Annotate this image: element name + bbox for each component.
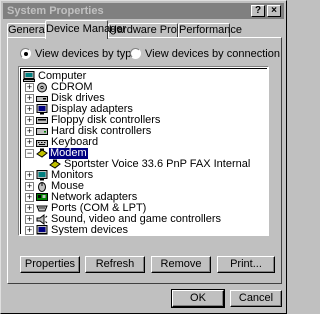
mouse-icon: [38, 182, 46, 192]
title-bar[interactable]: System Properties ? ×: [3, 3, 284, 19]
expand-toggle[interactable]: +: [25, 127, 34, 136]
expand-toggle[interactable]: +: [25, 193, 34, 202]
tab-performance[interactable]: Performance: [178, 23, 242, 38]
view-by-type-label: View devices by type: [35, 48, 138, 60]
tree-node-system-devices[interactable]: + System devices: [23, 224, 253, 236]
port-icon: [36, 205, 48, 212]
expand-toggle[interactable]: +: [25, 226, 34, 235]
expand-toggle[interactable]: +: [25, 94, 34, 103]
system-device-icon: [36, 225, 48, 235]
radio-dot: [24, 52, 28, 56]
expand-toggle[interactable]: +: [25, 171, 34, 180]
view-by-type-radio[interactable]: [20, 48, 31, 59]
disk-drive-icon: [36, 96, 48, 102]
expand-toggle[interactable]: +: [25, 182, 34, 191]
close-button[interactable]: ×: [267, 5, 281, 17]
window-title: System Properties: [7, 5, 104, 17]
monitor-icon: [36, 170, 48, 181]
expand-toggle[interactable]: +: [25, 83, 34, 92]
tab-general[interactable]: General: [7, 23, 47, 38]
keyboard-icon: [36, 140, 48, 147]
tab-strip: General Device Manager Hardware Profiles…: [7, 20, 283, 39]
help-button[interactable]: ?: [251, 5, 265, 17]
display-adapter-icon: [36, 104, 48, 115]
network-adapter-icon: [36, 193, 48, 201]
expand-toggle[interactable]: +: [25, 116, 34, 125]
view-by-connection-radio[interactable]: [130, 48, 141, 59]
view-by-connection-label: View devices by connection: [145, 48, 280, 60]
expand-toggle[interactable]: +: [25, 138, 34, 147]
remove-button[interactable]: Remove: [151, 256, 211, 273]
tree-node-label: System devices: [51, 224, 129, 236]
tab-device-manager[interactable]: Device Manager: [45, 20, 126, 39]
expand-toggle[interactable]: +: [25, 204, 34, 213]
cancel-button[interactable]: Cancel: [230, 290, 282, 307]
cdrom-icon: [37, 82, 47, 93]
sound-icon: [36, 214, 48, 225]
expand-toggle[interactable]: +: [25, 105, 34, 114]
system-properties-window: System Properties ? × General Device Man…: [0, 0, 287, 314]
floppy-controller-icon: [36, 117, 48, 124]
expand-toggle[interactable]: +: [25, 215, 34, 224]
hard-disk-controller-icon: [36, 128, 48, 135]
device-tree-inner: Computer + CDROM + Disk drives + Display…: [20, 68, 267, 236]
print-button[interactable]: Print...: [217, 256, 275, 273]
refresh-button[interactable]: Refresh: [85, 256, 145, 273]
device-manager-panel: View devices by type View devices by con…: [7, 37, 282, 284]
modem-icon: [36, 148, 48, 158]
device-tree[interactable]: Computer + CDROM + Disk drives + Display…: [18, 66, 269, 236]
computer-icon: [23, 71, 35, 82]
properties-button[interactable]: Properties: [20, 256, 80, 273]
ok-button[interactable]: OK: [171, 289, 225, 308]
collapse-toggle[interactable]: −: [25, 149, 34, 158]
